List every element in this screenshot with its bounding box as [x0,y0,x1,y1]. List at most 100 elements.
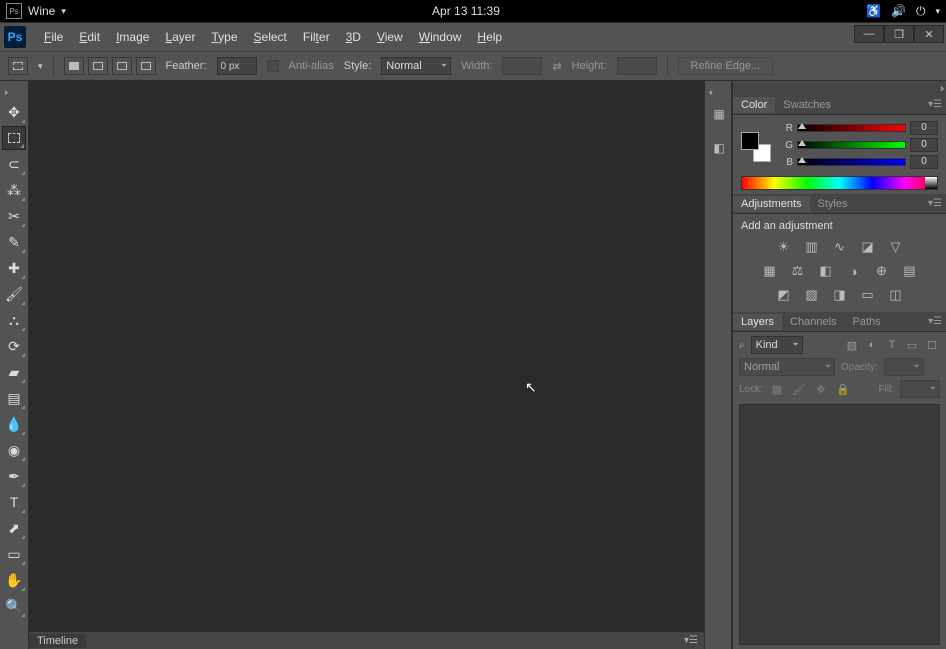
menu-3d[interactable]: 3D [338,30,369,44]
properties-panel-icon[interactable]: ◧ [708,137,730,159]
timeline-tab[interactable]: Timeline [29,634,86,648]
tool-preset-button[interactable] [8,57,28,75]
hue-sat-icon[interactable]: ▦ [759,262,781,280]
dock-expand-icon[interactable]: ‹‹ [705,85,731,99]
filter-smart-icon[interactable]: ☐ [924,337,940,353]
channels-tab[interactable]: Channels [782,314,844,330]
invert-icon[interactable]: ◩ [773,286,795,304]
stamp-tool[interactable]: ⛬ [2,308,26,332]
brush-tool[interactable]: 🖌 [2,282,26,306]
search-icon[interactable]: ⌕ [739,340,745,351]
menu-select[interactable]: Select [246,30,295,44]
color-spectrum[interactable] [741,176,938,190]
taskbar-app-icon[interactable]: Ps [6,3,22,19]
gradient-tool[interactable]: ▤ [2,386,26,410]
adjustments-tab[interactable]: Adjustments [733,196,810,212]
menu-view[interactable]: View [369,30,411,44]
eraser-tool[interactable]: ▰ [2,360,26,384]
blur-tool[interactable]: 💧 [2,412,26,436]
selection-subtract-button[interactable] [112,57,132,75]
brightness-contrast-icon[interactable]: ☀ [773,238,795,256]
paths-tab[interactable]: Paths [845,314,889,330]
marquee-tool[interactable] [2,126,26,150]
g-slider[interactable] [797,141,906,149]
healing-tool[interactable]: ✚ [2,256,26,280]
color-lookup-icon[interactable]: ▤ [899,262,921,280]
hand-tool[interactable]: ✋ [2,568,26,592]
layers-tab[interactable]: Layers [733,314,782,330]
lasso-tool[interactable]: ⊂ [2,152,26,176]
system-clock[interactable]: Apr 13 11:39 [66,4,866,18]
selection-new-button[interactable] [64,57,84,75]
pen-tool[interactable]: ✒ [2,464,26,488]
color-panel-menu-icon[interactable]: ▾☰ [928,99,942,110]
color-tab[interactable]: Color [733,97,775,113]
foreground-swatch[interactable] [741,132,759,150]
vibrance-icon[interactable]: ▽ [885,238,907,256]
crop-tool[interactable]: ✂ [2,204,26,228]
magic-wand-tool[interactable]: ⁂ [2,178,26,202]
menu-filter[interactable]: Filter [295,30,338,44]
levels-icon[interactable]: ▥ [801,238,823,256]
taskbar-app-name[interactable]: Wine [28,4,55,18]
r-value[interactable]: 0 [910,121,938,135]
minimize-button[interactable]: — [854,25,884,43]
selection-intersect-button[interactable] [136,57,156,75]
layers-list[interactable] [739,404,940,645]
power-icon[interactable]: ⏻ [916,4,926,19]
style-select[interactable]: Normal [381,57,451,75]
filter-adjust-icon[interactable]: ◐ [864,337,880,353]
panels-collapse-icon[interactable]: ›› [733,81,946,95]
accessibility-icon[interactable]: ♿ [866,4,881,18]
swatches-tab[interactable]: Swatches [775,97,839,113]
menu-edit[interactable]: Edit [71,30,108,44]
color-balance-icon[interactable]: ⚖ [787,262,809,280]
menu-help[interactable]: Help [469,30,510,44]
color-swatch-pair[interactable] [741,132,771,162]
menu-type[interactable]: Type [203,30,245,44]
layer-filter-kind-select[interactable]: Kind [751,336,803,354]
maximize-button[interactable]: ❐ [884,25,914,43]
type-tool[interactable]: T [2,490,26,514]
g-value[interactable]: 0 [910,138,938,152]
history-brush-tool[interactable]: ⟳ [2,334,26,358]
feather-input[interactable] [217,57,257,75]
zoom-tool[interactable]: 🔍 [2,594,26,618]
close-button[interactable]: ✕ [914,25,944,43]
styles-tab[interactable]: Styles [810,196,856,212]
exposure-icon[interactable]: ◪ [857,238,879,256]
system-menu-chevron-icon[interactable]: ▾ [935,6,940,17]
r-slider[interactable] [797,124,906,132]
channel-mixer-icon[interactable]: ⊕ [871,262,893,280]
menu-layer[interactable]: Layer [157,30,203,44]
filter-type-icon[interactable]: T [884,337,900,353]
tool-preset-chevron-icon[interactable]: ▾ [38,61,43,72]
menu-window[interactable]: Window [411,30,470,44]
posterize-icon[interactable]: ▨ [801,286,823,304]
move-tool[interactable]: ✥ [2,100,26,124]
selective-color-icon[interactable]: ◫ [885,286,907,304]
gradient-map-icon[interactable]: ▭ [857,286,879,304]
menu-file[interactable]: File [36,30,71,44]
shape-tool[interactable]: ▭ [2,542,26,566]
b-value[interactable]: 0 [910,155,938,169]
menu-image[interactable]: Image [108,30,157,44]
photo-filter-icon[interactable]: ◑ [843,262,865,280]
document-canvas[interactable]: ↖ [29,81,704,631]
curves-icon[interactable]: ∿ [829,238,851,256]
path-select-tool[interactable]: ⬈ [2,516,26,540]
b-slider[interactable] [797,158,906,166]
layers-panel-menu-icon[interactable]: ▾☰ [928,316,942,327]
dodge-tool[interactable]: ◉ [2,438,26,462]
threshold-icon[interactable]: ◨ [829,286,851,304]
volume-icon[interactable]: 🔊 [891,4,906,18]
filter-pixel-icon[interactable]: ▧ [844,337,860,353]
history-panel-icon[interactable]: ▦ [708,103,730,125]
selection-add-button[interactable] [88,57,108,75]
eyedropper-tool[interactable]: ✎ [2,230,26,254]
bw-icon[interactable]: ◧ [815,262,837,280]
adjustments-panel-menu-icon[interactable]: ▾☰ [928,198,942,209]
filter-shape-icon[interactable]: ▭ [904,337,920,353]
toolbox-collapse-icon[interactable]: ›› [0,85,28,99]
timeline-menu-icon[interactable]: ▾☰ [684,635,698,646]
